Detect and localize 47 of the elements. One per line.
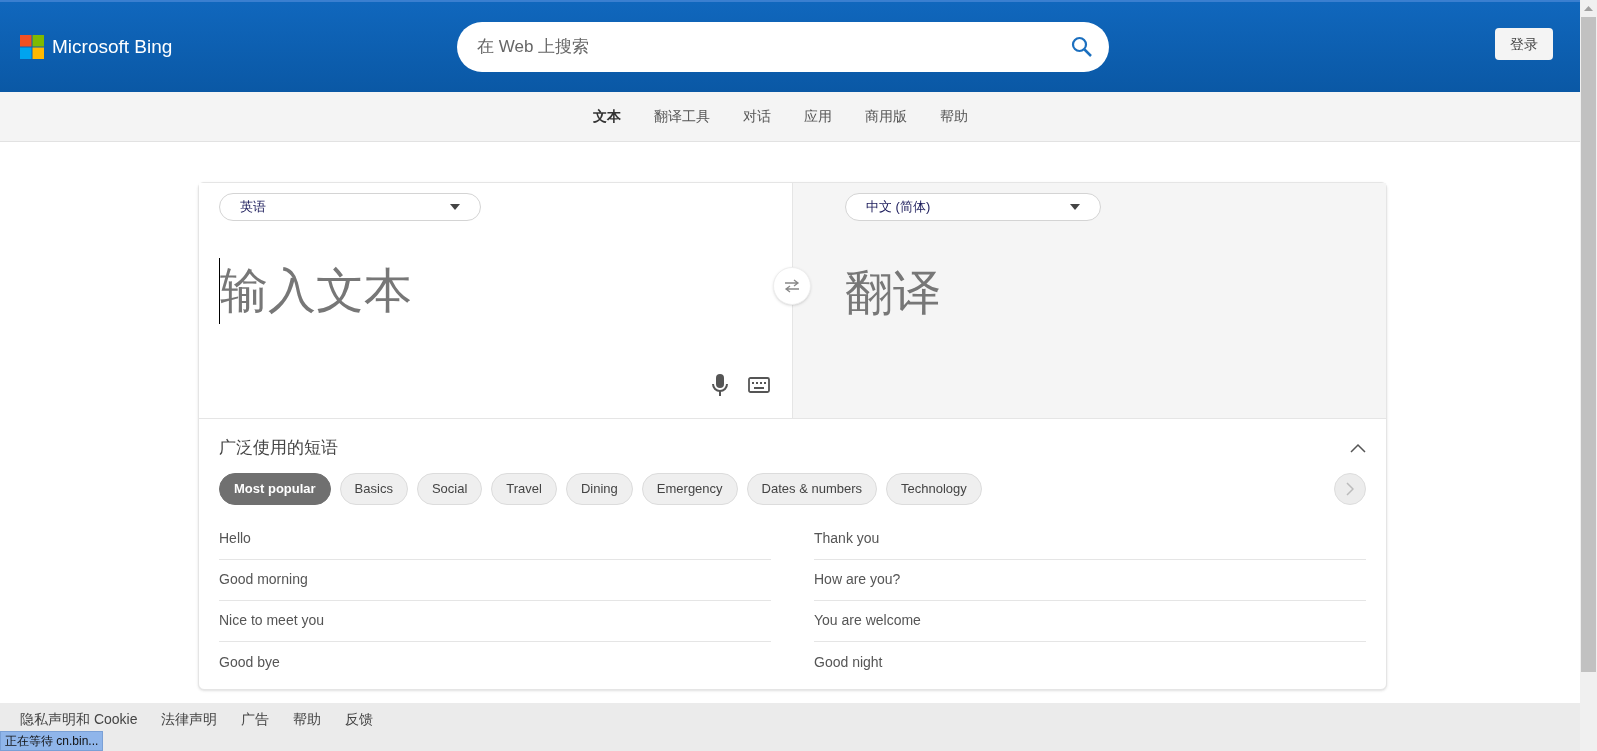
search-bar[interactable]: 在 Web 上搜索 xyxy=(457,22,1109,72)
nav-tab[interactable]: 帮助 xyxy=(939,106,968,127)
phrase-link[interactable]: Good night xyxy=(814,651,883,673)
footer-link[interactable]: 广告 xyxy=(241,709,270,732)
category-chip[interactable]: Emergency xyxy=(641,472,738,505)
category-chip[interactable]: Dates & numbers xyxy=(746,472,877,505)
section-title: 广泛使用的短语 xyxy=(219,437,338,459)
swap-arrows-icon xyxy=(784,279,800,293)
language-dropdown[interactable]: 中文 (简体) xyxy=(845,193,1101,221)
search-icon[interactable] xyxy=(1071,36,1093,58)
nav-tab[interactable]: 翻译工具 xyxy=(653,106,710,127)
text-cursor xyxy=(219,258,220,324)
search-field[interactable]: 在 Web 上搜索 xyxy=(477,34,1071,60)
phrase-link[interactable]: You are welcome xyxy=(814,610,921,631)
caret-icon xyxy=(1070,204,1080,210)
footer-link[interactable]: 隐私声明和 Cookie xyxy=(20,709,138,732)
caret-icon xyxy=(450,204,460,210)
nav-tab[interactable]: 商用版 xyxy=(864,106,907,127)
sign-in-button[interactable]: 登录 xyxy=(1495,28,1553,60)
keyboard-icon[interactable] xyxy=(748,377,770,393)
category-chip[interactable]: Most popular xyxy=(219,472,331,505)
phrase-link[interactable]: Thank you xyxy=(814,528,880,549)
microphone-icon[interactable] xyxy=(712,374,728,396)
nav-tab[interactable]: 应用 xyxy=(803,106,832,127)
nav-tab[interactable]: 对话 xyxy=(742,106,771,127)
category-chip[interactable]: Social xyxy=(416,472,483,505)
phrase-link[interactable]: Good bye xyxy=(219,651,280,673)
phrase-link[interactable]: Nice to meet you xyxy=(219,610,325,631)
footer-link[interactable]: 反馈 xyxy=(345,709,374,732)
language-label: 英语 xyxy=(240,198,266,217)
footer-link[interactable]: 法律声明 xyxy=(161,709,218,732)
phrase-link[interactable]: How are you? xyxy=(814,569,901,590)
status-bar: 正在等待 cn.bin... xyxy=(0,731,104,751)
category-chip[interactable]: Technology xyxy=(886,472,982,505)
category-chip[interactable]: Travel xyxy=(491,472,557,505)
category-chip[interactable]: Dining xyxy=(565,472,633,505)
chevron-right-icon xyxy=(1346,481,1354,496)
logo-text: Microsoft Bing xyxy=(52,34,173,59)
footer-link[interactable]: 帮助 xyxy=(293,709,322,732)
phrase-link[interactable]: Hello xyxy=(219,528,251,549)
nav-tab[interactable]: 文本 xyxy=(592,106,621,127)
category-chip[interactable]: Basics xyxy=(339,472,408,505)
phrase-link[interactable]: Good morning xyxy=(219,569,308,590)
chevron-icon[interactable] xyxy=(1350,442,1366,453)
input-field[interactable]: 输入文本 xyxy=(220,255,772,327)
translation-output: 翻译 xyxy=(845,265,942,321)
windows-logo-icon xyxy=(20,35,44,59)
